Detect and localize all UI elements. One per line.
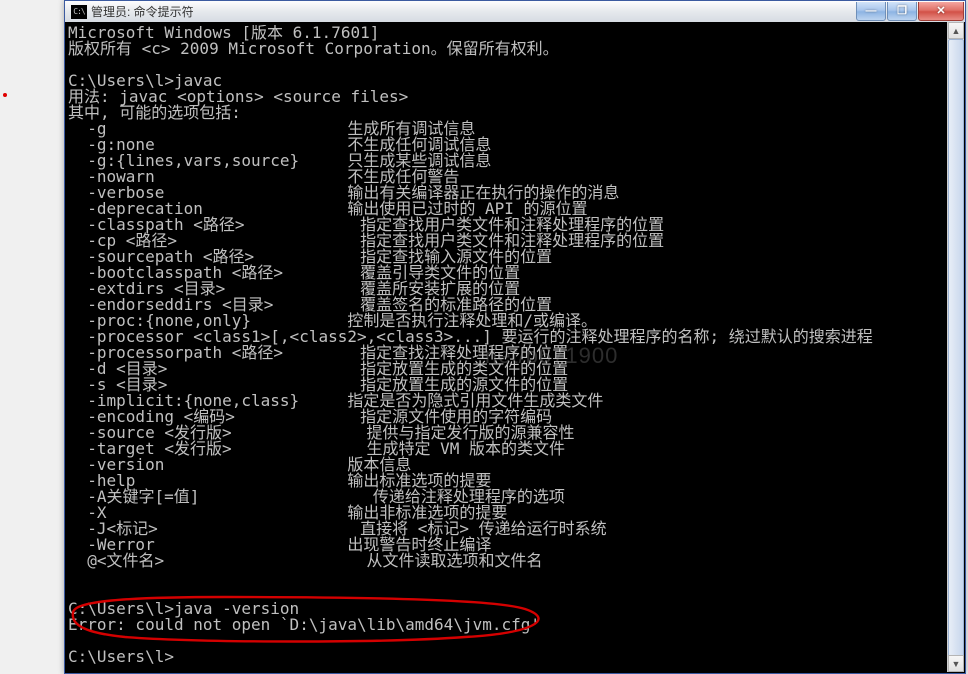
- window-buttons: — ❐ ✕: [855, 2, 964, 22]
- maximize-button[interactable]: ❐: [887, 2, 917, 21]
- close-button[interactable]: ✕: [918, 2, 964, 21]
- terminal-output[interactable]: Microsoft Windows [版本 6.1.7601] 版权所有 <c>…: [68, 25, 945, 670]
- titlebar[interactable]: C:\ 管理员: 命令提示符 — ❐ ✕: [65, 1, 965, 22]
- annotation-dot: [3, 93, 7, 97]
- cmd-icon: C:\: [71, 5, 87, 19]
- window-title: 管理员: 命令提示符: [91, 3, 855, 20]
- scroll-thumb[interactable]: [948, 39, 964, 659]
- cmd-window: C:\ 管理员: 命令提示符 — ❐ ✕ Microsoft Windows […: [64, 0, 966, 674]
- minimize-button[interactable]: —: [856, 2, 886, 21]
- vertical-scrollbar[interactable]: ▲ ▼: [947, 22, 964, 672]
- scroll-up-button[interactable]: ▲: [948, 22, 964, 39]
- scroll-down-button[interactable]: ▼: [948, 655, 964, 672]
